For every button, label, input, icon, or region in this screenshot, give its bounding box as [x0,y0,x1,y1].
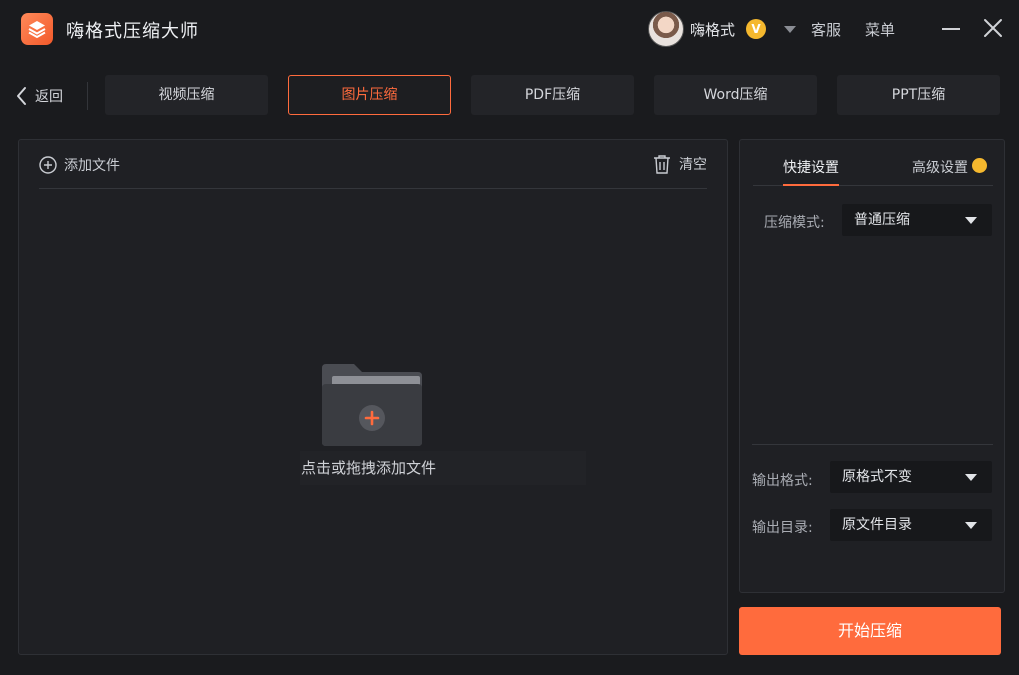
compress-mode-label: 压缩模式: [764,215,825,231]
vip-badge-icon: V [746,19,766,39]
settings-divider [752,444,993,445]
tab-image-compress[interactable]: 图片压缩 [288,75,451,115]
back-button[interactable]: 返回 [15,84,63,108]
tab-pdf-compress[interactable]: PDF压缩 [471,75,634,115]
tab-word-compress[interactable]: Word压缩 [654,75,817,115]
app-window: 嗨格式压缩大师 嗨格式 V 客服 菜单 返回 视频压缩 图片压缩 PDF压缩 W… [0,0,1019,675]
chevron-down-icon [965,522,977,529]
output-dir-select[interactable]: 原文件目录 [830,509,992,541]
nav-divider [87,82,88,110]
tab-advanced-settings[interactable]: 高级设置 [912,157,968,177]
clear-button[interactable]: 清空 [653,154,707,174]
folder-add-icon[interactable] [320,362,424,452]
compress-mode-select[interactable]: 普通压缩 [842,204,992,236]
app-title: 嗨格式压缩大师 [66,21,199,42]
chevron-left-icon [17,87,26,105]
compress-mode-value: 普通压缩 [854,212,910,228]
tab-video-compress[interactable]: 视频压缩 [105,75,268,115]
add-file-button[interactable]: 添加文件 [39,155,120,175]
user-name[interactable]: 嗨格式 [690,19,735,40]
vip-coin-icon [972,158,987,173]
minimize-icon[interactable] [942,28,960,30]
output-dir-value: 原文件目录 [842,517,912,533]
add-file-label: 添加文件 [64,158,120,174]
output-dir-label: 输出目录: [752,520,813,536]
back-label: 返回 [35,89,63,105]
menu-button[interactable]: 菜单 [865,19,895,40]
drop-hint[interactable]: 点击或拖拽添加文件 [300,451,586,485]
chevron-down-icon [965,217,977,224]
output-format-value: 原格式不变 [842,469,912,485]
file-list-panel[interactable]: 添加文件 清空 点击或拖拽添加文件 [18,139,728,655]
tab-quick-settings[interactable]: 快捷设置 [783,157,839,177]
customer-service-button[interactable]: 客服 [811,19,841,40]
active-tab-indicator [783,184,839,186]
clear-label: 清空 [679,157,707,173]
app-logo-icon [21,13,53,45]
panel-divider [39,188,707,189]
start-compress-button[interactable]: 开始压缩 [739,607,1001,655]
chevron-down-icon [965,474,977,481]
user-dropdown-icon[interactable] [784,26,796,33]
output-format-select[interactable]: 原格式不变 [830,461,992,493]
close-icon[interactable] [982,17,1004,39]
tab-ppt-compress[interactable]: PPT压缩 [837,75,1000,115]
trash-icon [654,155,670,174]
settings-panel: 快捷设置 高级设置 压缩模式: 普通压缩 输出格式: 原格式不变 输出目录: 原… [739,139,1005,593]
output-format-label: 输出格式: [752,473,813,489]
add-circle-icon [39,156,57,174]
title-bar: 嗨格式压缩大师 嗨格式 V 客服 菜单 [0,0,1019,58]
user-avatar[interactable] [648,11,684,47]
